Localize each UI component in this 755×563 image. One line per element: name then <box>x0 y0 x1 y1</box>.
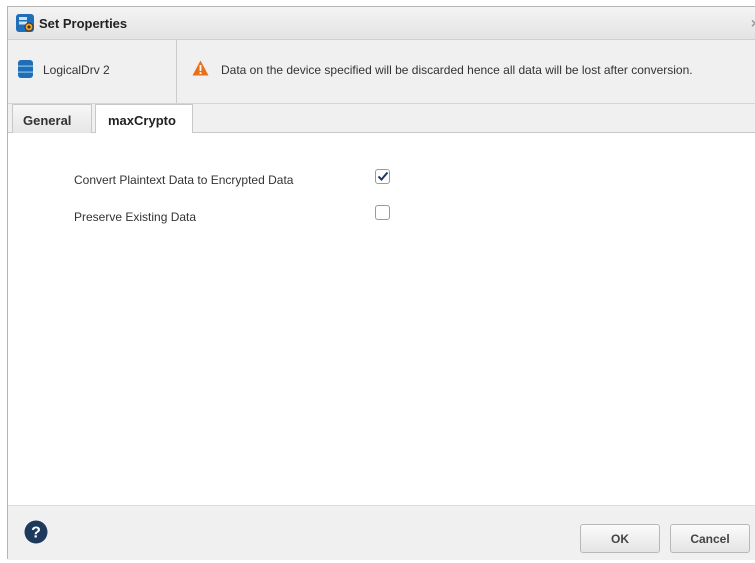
tab-strip: General maxCrypto <box>8 104 755 134</box>
set-properties-dialog: Set Properties × LogicalDrv 2 Data on th… <box>7 6 755 560</box>
checkmark-icon <box>377 171 389 181</box>
dialog-title: Set Properties <box>39 16 128 31</box>
ok-button[interactable]: OK <box>580 524 660 553</box>
convert-plaintext-label: Convert Plaintext Data to Encrypted Data <box>74 173 294 187</box>
close-icon[interactable]: × <box>751 15 755 31</box>
storage-settings-icon <box>16 14 34 32</box>
dialog-footer: ? OK Cancel <box>8 505 755 560</box>
preserve-data-label: Preserve Existing Data <box>74 210 197 224</box>
database-icon <box>18 60 33 78</box>
preserve-data-checkbox[interactable] <box>375 205 390 220</box>
convert-plaintext-checkbox[interactable] <box>375 169 390 184</box>
svg-text:?: ? <box>31 525 41 542</box>
warning-icon <box>192 60 209 76</box>
tab-maxcrypto-label: maxCrypto <box>108 113 176 128</box>
title-bar: Set Properties × <box>8 7 755 40</box>
tab-maxcrypto[interactable]: maxCrypto <box>95 104 193 134</box>
help-icon[interactable]: ? <box>24 520 48 544</box>
warning-message: Data on the device specified will be dis… <box>221 63 693 77</box>
device-info-bar: LogicalDrv 2 Data on the device specifie… <box>8 40 755 104</box>
device-panel: LogicalDrv 2 <box>8 40 177 103</box>
cancel-button[interactable]: Cancel <box>670 524 750 553</box>
tab-general[interactable]: General <box>12 104 92 133</box>
device-name: LogicalDrv 2 <box>43 63 110 77</box>
maxcrypto-panel: Convert Plaintext Data to Encrypted Data… <box>8 133 755 505</box>
tab-general-label: General <box>23 113 72 128</box>
